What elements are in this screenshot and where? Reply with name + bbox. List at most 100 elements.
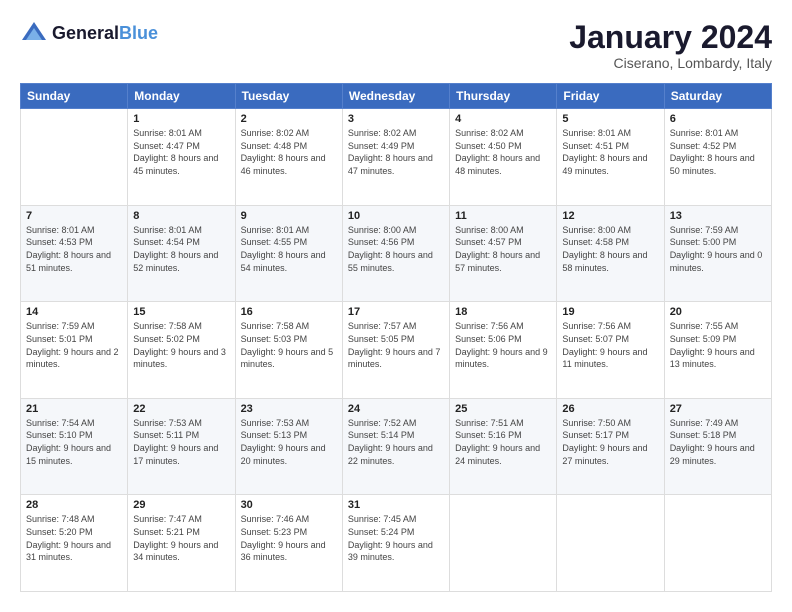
calendar-cell bbox=[21, 109, 128, 206]
calendar-cell: 11Sunrise: 8:00 AMSunset: 4:57 PMDayligh… bbox=[450, 205, 557, 302]
day-info: Sunrise: 7:56 AMSunset: 5:06 PMDaylight:… bbox=[455, 320, 551, 370]
day-number: 18 bbox=[455, 306, 551, 318]
day-info: Sunrise: 7:55 AMSunset: 5:09 PMDaylight:… bbox=[670, 320, 766, 370]
calendar-cell: 21 Sunrise: 7:54 AMSunset: 5:10 PMDayligh… bbox=[21, 398, 128, 495]
day-info: Sunrise: 7:53 AMSunset: 5:13 PMDaylight:… bbox=[241, 417, 337, 467]
title-block: January 2024 Ciserano, Lombardy, Italy bbox=[569, 20, 772, 71]
col-saturday: Saturday bbox=[664, 84, 771, 109]
logo-icon bbox=[20, 20, 48, 48]
day-info: Sunrise: 7:50 AMSunset: 5:17 PMDaylight:… bbox=[562, 417, 658, 467]
col-thursday: Thursday bbox=[450, 84, 557, 109]
calendar-cell: 24 Sunrise: 7:52 AMSunset: 5:14 PMDayligh… bbox=[342, 398, 449, 495]
day-info: Sunrise: 8:02 AMSunset: 4:49 PMDaylight:… bbox=[348, 127, 444, 177]
day-info: Sunrise: 8:02 AMSunset: 4:48 PMDaylight:… bbox=[241, 127, 337, 177]
day-number: 11 bbox=[455, 210, 551, 222]
col-wednesday: Wednesday bbox=[342, 84, 449, 109]
header: GeneralBlue January 2024 Ciserano, Lomba… bbox=[20, 20, 772, 71]
calendar-cell: 16Sunrise: 7:58 AMSunset: 5:03 PMDayligh… bbox=[235, 302, 342, 399]
calendar-cell: 2 Sunrise: 8:02 AMSunset: 4:48 PMDaylight… bbox=[235, 109, 342, 206]
calendar-cell: 30Sunrise: 7:46 AMSunset: 5:23 PMDayligh… bbox=[235, 495, 342, 592]
day-number: 5 bbox=[562, 113, 658, 125]
day-number: 9 bbox=[241, 210, 337, 222]
day-number: 17 bbox=[348, 306, 444, 318]
day-number: 26 bbox=[562, 403, 658, 415]
day-info: Sunrise: 8:01 AMSunset: 4:55 PMDaylight:… bbox=[241, 224, 337, 274]
calendar-cell: 25 Sunrise: 7:51 AMSunset: 5:16 PMDayligh… bbox=[450, 398, 557, 495]
day-info: Sunrise: 7:53 AMSunset: 5:11 PMDaylight:… bbox=[133, 417, 229, 467]
day-number: 22 bbox=[133, 403, 229, 415]
calendar-cell: 17 Sunrise: 7:57 AMSunset: 5:05 PMDayligh… bbox=[342, 302, 449, 399]
calendar-cell: 6 Sunrise: 8:01 AMSunset: 4:52 PMDaylight… bbox=[664, 109, 771, 206]
day-info: Sunrise: 7:49 AMSunset: 5:18 PMDaylight:… bbox=[670, 417, 766, 467]
day-number: 12 bbox=[562, 210, 658, 222]
day-number: 20 bbox=[670, 306, 766, 318]
calendar-week-row: 14 Sunrise: 7:59 AMSunset: 5:01 PMDayligh… bbox=[21, 302, 772, 399]
month-title: January 2024 bbox=[569, 20, 772, 55]
page: GeneralBlue January 2024 Ciserano, Lomba… bbox=[0, 0, 792, 612]
calendar-cell bbox=[664, 495, 771, 592]
calendar-cell: 9 Sunrise: 8:01 AMSunset: 4:55 PMDaylight… bbox=[235, 205, 342, 302]
day-number: 19 bbox=[562, 306, 658, 318]
day-number: 24 bbox=[348, 403, 444, 415]
day-info: Sunrise: 8:01 AMSunset: 4:52 PMDaylight:… bbox=[670, 127, 766, 177]
day-info: Sunrise: 7:57 AMSunset: 5:05 PMDaylight:… bbox=[348, 320, 444, 370]
day-number: 14 bbox=[26, 306, 122, 318]
logo-line2: Blue bbox=[119, 23, 158, 43]
logo-text: GeneralBlue bbox=[52, 24, 158, 44]
day-info: Sunrise: 7:51 AMSunset: 5:16 PMDaylight:… bbox=[455, 417, 551, 467]
day-number: 8 bbox=[133, 210, 229, 222]
logo-line1: General bbox=[52, 23, 119, 43]
calendar-cell: 22 Sunrise: 7:53 AMSunset: 5:11 PMDayligh… bbox=[128, 398, 235, 495]
calendar-cell: 18 Sunrise: 7:56 AMSunset: 5:06 PMDayligh… bbox=[450, 302, 557, 399]
day-number: 13 bbox=[670, 210, 766, 222]
day-number: 25 bbox=[455, 403, 551, 415]
calendar-cell: 13Sunrise: 7:59 AMSunset: 5:00 PMDayligh… bbox=[664, 205, 771, 302]
col-sunday: Sunday bbox=[21, 84, 128, 109]
calendar-cell: 12 Sunrise: 8:00 AMSunset: 4:58 PMDayligh… bbox=[557, 205, 664, 302]
day-info: Sunrise: 7:52 AMSunset: 5:14 PMDaylight:… bbox=[348, 417, 444, 467]
day-info: Sunrise: 8:01 AMSunset: 4:47 PMDaylight:… bbox=[133, 127, 229, 177]
calendar-cell: 20 Sunrise: 7:55 AMSunset: 5:09 PMDayligh… bbox=[664, 302, 771, 399]
day-info: Sunrise: 8:00 AMSunset: 4:58 PMDaylight:… bbox=[562, 224, 658, 274]
day-number: 6 bbox=[670, 113, 766, 125]
calendar-week-row: 7Sunrise: 8:01 AMSunset: 4:53 PMDaylight… bbox=[21, 205, 772, 302]
calendar-cell: 1 Sunrise: 8:01 AMSunset: 4:47 PMDaylight… bbox=[128, 109, 235, 206]
col-monday: Monday bbox=[128, 84, 235, 109]
day-number: 1 bbox=[133, 113, 229, 125]
calendar-cell: 26 Sunrise: 7:50 AMSunset: 5:17 PMDayligh… bbox=[557, 398, 664, 495]
day-info: Sunrise: 8:01 AMSunset: 4:51 PMDaylight:… bbox=[562, 127, 658, 177]
calendar-cell: 23 Sunrise: 7:53 AMSunset: 5:13 PMDayligh… bbox=[235, 398, 342, 495]
logo: GeneralBlue bbox=[20, 20, 158, 48]
calendar-cell: 7Sunrise: 8:01 AMSunset: 4:53 PMDaylight… bbox=[21, 205, 128, 302]
day-number: 27 bbox=[670, 403, 766, 415]
calendar-cell: 8 Sunrise: 8:01 AMSunset: 4:54 PMDaylight… bbox=[128, 205, 235, 302]
day-number: 2 bbox=[241, 113, 337, 125]
day-number: 10 bbox=[348, 210, 444, 222]
day-info: Sunrise: 8:01 AMSunset: 4:54 PMDaylight:… bbox=[133, 224, 229, 274]
calendar-cell: 5 Sunrise: 8:01 AMSunset: 4:51 PMDaylight… bbox=[557, 109, 664, 206]
day-info: Sunrise: 7:47 AMSunset: 5:21 PMDaylight:… bbox=[133, 513, 229, 563]
day-info: Sunrise: 7:59 AMSunset: 5:01 PMDaylight:… bbox=[26, 320, 122, 370]
day-info: Sunrise: 8:00 AMSunset: 4:56 PMDaylight:… bbox=[348, 224, 444, 274]
day-number: 30 bbox=[241, 499, 337, 511]
calendar-cell: 15Sunrise: 7:58 AMSunset: 5:02 PMDayligh… bbox=[128, 302, 235, 399]
location: Ciserano, Lombardy, Italy bbox=[569, 55, 772, 71]
calendar-table: Sunday Monday Tuesday Wednesday Thursday… bbox=[20, 83, 772, 592]
col-friday: Friday bbox=[557, 84, 664, 109]
day-number: 15 bbox=[133, 306, 229, 318]
calendar-week-row: 21 Sunrise: 7:54 AMSunset: 5:10 PMDayligh… bbox=[21, 398, 772, 495]
day-number: 23 bbox=[241, 403, 337, 415]
day-number: 21 bbox=[26, 403, 122, 415]
calendar-cell: 19Sunrise: 7:56 AMSunset: 5:07 PMDayligh… bbox=[557, 302, 664, 399]
calendar-cell bbox=[450, 495, 557, 592]
day-info: Sunrise: 7:54 AMSunset: 5:10 PMDaylight:… bbox=[26, 417, 122, 467]
calendar-cell: 4Sunrise: 8:02 AMSunset: 4:50 PMDaylight… bbox=[450, 109, 557, 206]
weekday-header-row: Sunday Monday Tuesday Wednesday Thursday… bbox=[21, 84, 772, 109]
day-info: Sunrise: 7:48 AMSunset: 5:20 PMDaylight:… bbox=[26, 513, 122, 563]
calendar-cell: 10 Sunrise: 8:00 AMSunset: 4:56 PMDayligh… bbox=[342, 205, 449, 302]
day-number: 31 bbox=[348, 499, 444, 511]
calendar-week-row: 28Sunrise: 7:48 AMSunset: 5:20 PMDayligh… bbox=[21, 495, 772, 592]
day-number: 29 bbox=[133, 499, 229, 511]
calendar-cell: 31Sunrise: 7:45 AMSunset: 5:24 PMDayligh… bbox=[342, 495, 449, 592]
day-info: Sunrise: 8:02 AMSunset: 4:50 PMDaylight:… bbox=[455, 127, 551, 177]
